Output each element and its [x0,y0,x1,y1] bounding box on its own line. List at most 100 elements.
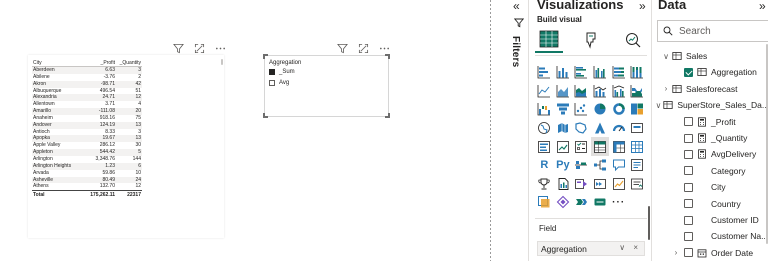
filter-icon[interactable] [337,43,349,55]
table-row[interactable]: Asheville 80.49 24 [32,176,142,184]
chevron-right-icon[interactable]: › [662,84,670,93]
arrow-flow-visual-icon[interactable] [572,193,591,212]
metrics-icon[interactable] [609,175,628,194]
build-visual-tab[interactable] [535,27,563,53]
scatter-chart-icon[interactable] [572,100,591,119]
funnel-chart-icon[interactable] [554,100,573,119]
field-item-superstore-sales-da[interactable]: ∨ SuperStore_Sales_Da... [652,97,768,113]
chevron-right-icon[interactable]: › [672,248,680,257]
focus-mode-icon[interactable] [194,43,206,55]
table-row[interactable]: Anaheim 918.16 75 [32,115,142,122]
column-header-profit[interactable]: _Profit [82,59,116,67]
checkbox-checked-icon[interactable] [269,69,275,75]
diamond-visual-icon[interactable] [554,193,573,212]
narrative-visual-icon[interactable] [628,175,647,194]
table-row[interactable]: Allentown 3.71 4 [32,101,142,108]
chevron-down-icon[interactable]: ∨ [655,101,661,110]
checkbox-unchecked-icon[interactable] [684,215,693,225]
resize-handle-bottom-left[interactable] [263,113,268,118]
kpi-icon[interactable] [554,137,573,156]
stacked-bar-chart-icon[interactable] [535,63,554,82]
field-item-profit[interactable]: _Profit [652,114,768,130]
filled-map-icon[interactable] [554,119,573,138]
resize-handle-bottom-right[interactable] [385,113,390,118]
table-row[interactable]: Amarillo -111.08 20 [32,108,142,115]
chevron-down-icon[interactable]: ∨ [662,52,670,61]
table-icon[interactable] [590,137,610,156]
search-input[interactable] [679,25,759,37]
python-visual-icon[interactable]: Py [554,156,573,175]
matrix-grid-icon[interactable] [628,137,647,156]
expand-right-icon[interactable]: » [759,0,766,13]
stacked-column-chart-icon[interactable] [554,63,573,82]
map-icon[interactable] [535,119,554,138]
clustered-bar-chart-icon[interactable] [572,63,591,82]
power-automate-icon[interactable] [591,175,610,194]
checkbox-unchecked-icon[interactable] [684,248,693,258]
paginated-report-icon[interactable] [554,175,573,194]
checkbox-unchecked-icon[interactable] [684,117,693,127]
slicer-icon[interactable] [572,137,591,156]
table-row[interactable]: Appleton 544.42 5 [32,149,142,156]
visualizations-scrollbar[interactable] [648,206,650,240]
table-row[interactable]: Abilene -3.76 2 [32,74,142,81]
donut-chart-icon[interactable] [609,100,628,119]
stacked-area-chart-icon[interactable] [572,82,591,101]
area-chart-icon[interactable] [554,82,573,101]
field-item-country[interactable]: Country [652,196,768,212]
field-item-customer-na[interactable]: Customer Na... [652,228,768,244]
field-well-controls[interactable]: ∨ × [619,243,641,252]
r-script-visual-icon[interactable]: R [535,156,554,175]
line-clustered-column-icon[interactable] [609,82,628,101]
checkbox-unchecked-icon[interactable] [269,80,275,86]
gauge-chart-icon[interactable] [609,119,628,138]
smart-narrative-icon[interactable] [628,156,647,175]
clustered-column-chart-icon[interactable] [591,63,610,82]
field-item-customer-id[interactable]: Customer ID [652,212,768,228]
table-visual[interactable]: City _Profit _Quantity Aberdeen 6.63 3 Abil… [28,55,224,238]
qna-icon[interactable] [609,156,628,175]
resize-handle-top-left[interactable] [263,54,268,59]
multi-row-card-icon[interactable] [535,137,554,156]
filter-icon[interactable] [173,43,185,55]
100-percent-column-chart-icon[interactable] [628,63,647,82]
100-percent-bar-chart-icon[interactable] [609,63,628,82]
table-row[interactable]: Aberdeen 6.63 3 [32,66,142,74]
data-search-box[interactable] [657,20,768,42]
ribbon-chart-icon[interactable] [628,82,647,101]
field-item-order-date[interactable]: › Order Date [652,245,768,261]
table-row[interactable]: Apple Valley 286.12 30 [32,142,142,149]
column-header-quantity[interactable]: _Quantity [116,59,142,67]
waterfall-chart-icon[interactable] [535,100,554,119]
table-row[interactable]: Apopka 19.67 13 [32,135,142,143]
table-row[interactable]: Alexandria 24.71 12 [32,94,142,102]
line-chart-icon[interactable] [535,82,554,101]
more-visuals-icon[interactable]: ··· [609,193,628,212]
checkbox-checked-icon[interactable] [684,67,693,77]
card-icon[interactable] [628,119,647,138]
decomposition-tree-icon[interactable] [591,156,610,175]
format-visual-tab[interactable] [577,27,605,53]
field-item-salesforecast[interactable]: › Salesforecast [652,81,768,97]
more-options-icon[interactable] [215,43,227,55]
table-row[interactable]: Antioch 8.33 3 [32,129,142,136]
treemap-icon[interactable] [628,100,647,119]
table-row[interactable]: Andover 124.19 13 [32,121,142,129]
column-header-city[interactable]: City [32,59,82,67]
field-item-sales[interactable]: ∨ Sales [652,48,768,64]
field-item-category[interactable]: Category [652,163,768,179]
slicer-option-avg[interactable]: Avg [269,80,289,86]
analytics-tab[interactable] [619,27,647,53]
table-row[interactable]: Akron -98.71 42 [32,80,142,88]
custom-visual-icon[interactable] [535,193,554,212]
checkbox-unchecked-icon[interactable] [684,133,693,143]
focus-mode-icon[interactable] [358,43,370,55]
slicer-option-sum[interactable]: _Sum [269,69,295,75]
table-row[interactable]: Arlington 3,348.76 144 [32,156,142,163]
table-row[interactable]: Athens 132.70 12 [32,183,142,190]
table-row[interactable]: Arlington Heights 1.23 6 [32,162,142,170]
field-item-avgdelivery[interactable]: AvgDelivery [652,146,768,162]
shape-map-icon[interactable] [572,119,591,138]
field-well-aggregation[interactable]: Aggregation ∨ × [537,241,645,256]
aggregation-slicer[interactable]: Aggregation _Sum Avg [263,54,390,118]
